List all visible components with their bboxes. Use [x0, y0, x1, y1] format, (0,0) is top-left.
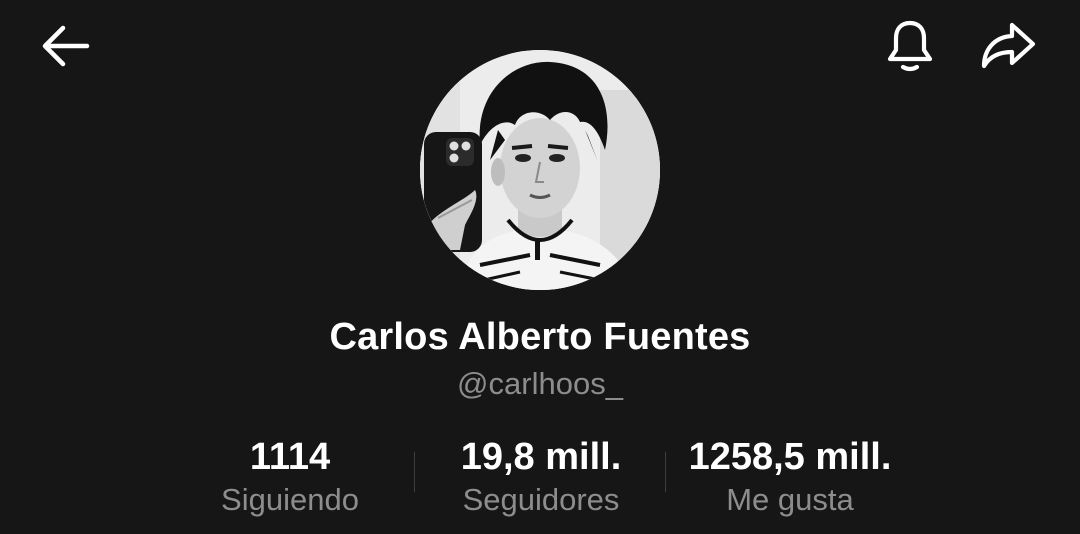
stat-following[interactable]: 1114 Siguiendo	[160, 434, 420, 520]
stat-followers[interactable]: 19,8 mill. Seguidores	[411, 434, 671, 520]
stat-likes-value: 1258,5 mill.	[688, 436, 892, 478]
stat-followers-value: 19,8 mill.	[460, 436, 622, 478]
avatar-photo	[420, 50, 660, 290]
share-arrow-icon	[981, 22, 1036, 69]
notification-button[interactable]	[878, 14, 942, 78]
share-button[interactable]	[976, 14, 1040, 78]
profile-username: @carlhoos_	[457, 366, 623, 401]
stat-likes-label: Me gusta	[726, 482, 854, 517]
stat-likes[interactable]: 1258,5 mill. Me gusta	[660, 434, 920, 520]
bell-icon	[887, 20, 933, 72]
stat-following-value: 1114	[249, 436, 331, 478]
arrow-left-icon	[42, 25, 90, 67]
stat-followers-label: Seguidores	[462, 482, 620, 517]
profile-display-name: Carlos Alberto Fuentes	[329, 316, 751, 358]
back-button[interactable]	[33, 14, 97, 78]
stat-following-label: Siguiendo	[221, 482, 359, 517]
profile-avatar[interactable]	[420, 50, 660, 290]
